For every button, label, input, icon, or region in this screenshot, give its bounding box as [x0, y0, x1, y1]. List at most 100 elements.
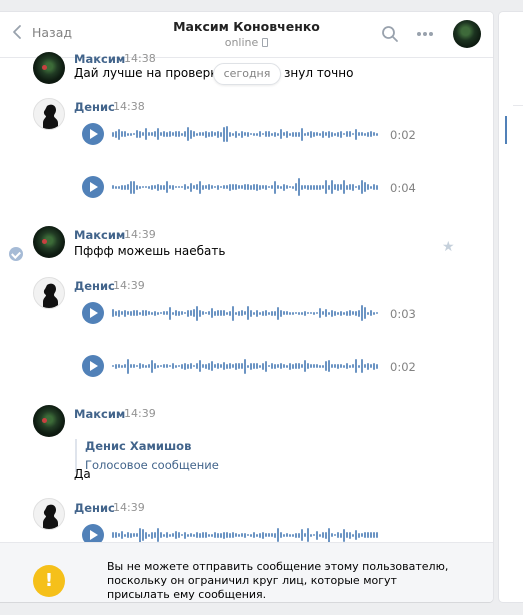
waveform-bar: [226, 126, 228, 142]
waveform-bar: [331, 180, 333, 194]
waveform-bar: [286, 533, 288, 537]
waveform[interactable]: [112, 356, 380, 376]
author-name[interactable]: Денис: [74, 501, 115, 515]
waveform-bar: [340, 310, 342, 316]
waveform-bar: [202, 364, 204, 368]
more-icon[interactable]: [416, 31, 434, 37]
waveform-bar: [271, 363, 273, 369]
waveform-bar: [121, 131, 123, 137]
waveform-bar: [130, 310, 132, 316]
reply-text[interactable]: Голосовое сообщение: [85, 458, 219, 472]
reply-quote[interactable]: Денис Хамишов Голосовое сообщение: [75, 439, 219, 472]
waveform-bar: [142, 310, 144, 316]
message-time[interactable]: 14:39: [124, 228, 156, 241]
waveform-bar: [268, 365, 270, 367]
waveform-bar: [148, 533, 150, 537]
avatar[interactable]: [33, 498, 65, 530]
waveform-bar: [250, 133, 252, 135]
waveform-bar: [172, 311, 174, 315]
waveform-bar: [343, 528, 345, 542]
message-time[interactable]: 14:39: [113, 501, 145, 514]
waveform-bar: [322, 185, 324, 189]
waveform[interactable]: [112, 124, 380, 144]
waveform-bar: [259, 131, 261, 137]
author-name[interactable]: Максим: [74, 52, 125, 66]
waveform-bar: [277, 185, 279, 189]
waveform-bar: [205, 532, 207, 538]
message-time[interactable]: 14:39: [113, 279, 145, 292]
voice-duration: 0:03: [390, 307, 416, 321]
waveform-bar: [205, 130, 207, 138]
avatar[interactable]: [33, 98, 65, 130]
waveform-bar: [337, 532, 339, 538]
waveform-bar: [202, 532, 204, 538]
waveform[interactable]: [112, 177, 380, 197]
waveform-bar: [232, 132, 234, 136]
avatar[interactable]: [33, 277, 65, 309]
waveform-bar: [121, 311, 123, 315]
author-name[interactable]: Денис: [74, 279, 115, 293]
search-icon[interactable]: [381, 25, 399, 43]
waveform-bar: [226, 311, 228, 315]
waveform-bar: [214, 310, 216, 316]
message-time[interactable]: 14:38: [124, 52, 156, 65]
waveform-bar: [271, 132, 273, 136]
waveform-bar: [223, 362, 225, 370]
play-button[interactable]: [82, 176, 104, 198]
waveform-bar: [163, 184, 165, 190]
waveform-bar: [337, 363, 339, 369]
waveform-bar: [277, 306, 279, 320]
waveform-bar: [166, 311, 168, 315]
waveform-bar: [373, 311, 375, 315]
author-name[interactable]: Максим: [74, 407, 125, 421]
message-time[interactable]: 14:38: [113, 100, 145, 113]
author-name[interactable]: Максим: [74, 228, 125, 242]
waveform-bar: [241, 185, 243, 189]
waveform-bar: [139, 130, 141, 138]
waveform-bar: [295, 183, 297, 191]
avatar[interactable]: [33, 226, 65, 258]
waveform-bar: [355, 310, 357, 316]
waveform-bar: [133, 310, 135, 316]
waveform-bar: [301, 529, 303, 541]
waveform-bar: [154, 532, 156, 538]
selected-check-icon[interactable]: [9, 247, 23, 261]
avatar[interactable]: [33, 405, 65, 437]
waveform-bar: [124, 131, 126, 137]
waveform-bar: [187, 309, 189, 317]
author-name[interactable]: Денис: [74, 100, 115, 114]
waveform-bar: [343, 180, 345, 194]
waveform-bar: [163, 131, 165, 137]
waveform-bar: [376, 184, 378, 190]
waveform-bar: [376, 312, 378, 314]
waveform-bar: [139, 185, 141, 189]
waveform-bar: [253, 184, 255, 190]
waveform-bar: [229, 532, 231, 538]
waveform-bar: [190, 182, 192, 192]
waveform-bar: [292, 311, 294, 315]
waveform-bar: [118, 185, 120, 189]
play-button[interactable]: [82, 123, 104, 145]
header-avatar[interactable]: [453, 20, 481, 48]
avatar[interactable]: [33, 52, 65, 84]
reply-author[interactable]: Денис Хамишов: [85, 439, 219, 453]
waveform-bar: [157, 364, 159, 368]
silhouette-icon: [43, 104, 58, 129]
waveform-bar: [190, 363, 192, 369]
play-button[interactable]: [82, 302, 104, 324]
play-button[interactable]: [82, 355, 104, 377]
waveform-bar: [262, 531, 264, 539]
voice-message: 0:02: [82, 123, 422, 147]
waveform[interactable]: [112, 303, 380, 323]
star-icon[interactable]: ★: [442, 239, 455, 255]
message-time[interactable]: 14:39: [124, 407, 156, 420]
waveform-bar: [247, 534, 249, 536]
waveform-bar: [178, 310, 180, 316]
waveform-bar: [196, 305, 198, 321]
waveform-bar: [259, 311, 261, 315]
waveform-bar: [157, 528, 159, 542]
waveform-bar: [139, 527, 141, 543]
waveform-bar: [292, 533, 294, 537]
waveform-bar: [319, 533, 321, 537]
waveform-bar: [310, 364, 312, 368]
